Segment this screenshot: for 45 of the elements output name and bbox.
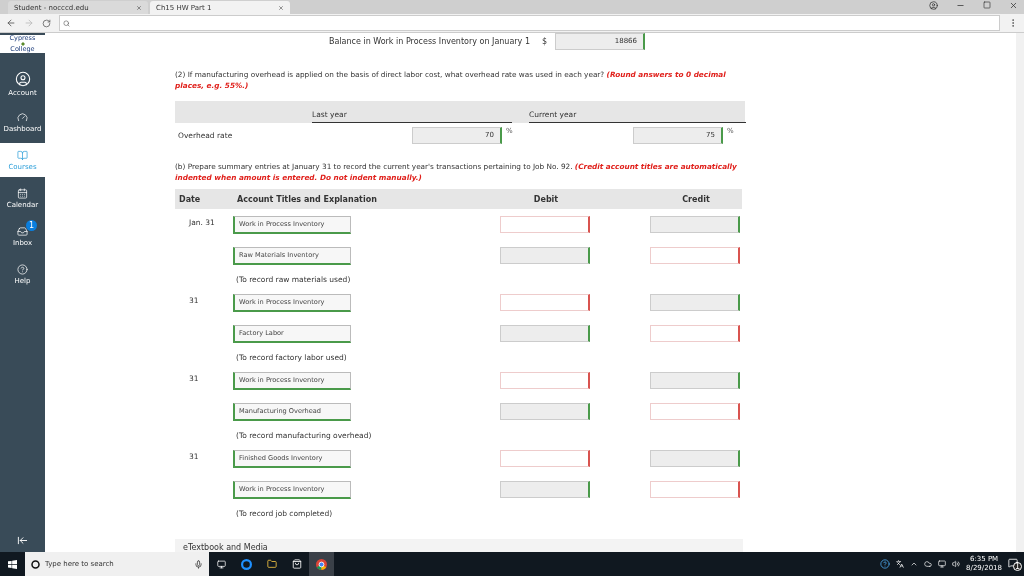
- address-bar[interactable]: [59, 15, 1000, 31]
- count-badge: 1: [26, 220, 37, 231]
- restore-icon[interactable]: [983, 1, 991, 9]
- column-header: Debit: [500, 189, 592, 209]
- windows-icon[interactable]: [8, 559, 17, 569]
- amount-field[interactable]: [650, 481, 740, 498]
- etextbook-panel[interactable]: eTextbook and Media: [175, 539, 743, 552]
- chrome-icon[interactable]: [316, 558, 327, 570]
- amount-field[interactable]: [500, 372, 590, 389]
- close-icon[interactable]: [1009, 1, 1018, 10]
- scrollbar[interactable]: [1016, 33, 1024, 552]
- column-header: Account Titles and Explanation: [233, 189, 500, 209]
- close-icon[interactable]: [136, 4, 142, 11]
- amount-field[interactable]: [500, 450, 590, 467]
- amount-field[interactable]: [500, 294, 590, 311]
- collapse-icon[interactable]: [17, 534, 28, 546]
- close-icon[interactable]: [278, 4, 284, 11]
- caret-icon[interactable]: [910, 560, 919, 568]
- microphone-icon[interactable]: [194, 559, 203, 569]
- column-header: Credit: [650, 189, 742, 209]
- cloud-icon[interactable]: [924, 560, 933, 568]
- book-icon: [17, 149, 28, 161]
- help-icon[interactable]: [880, 559, 891, 569]
- inbox-icon: [17, 225, 28, 237]
- help-icon: [17, 263, 28, 275]
- circle-icon: [31, 559, 40, 569]
- amount-field[interactable]: [500, 216, 590, 233]
- volume-icon[interactable]: [952, 560, 961, 568]
- store-icon[interactable]: [291, 559, 302, 569]
- folder-icon[interactable]: [266, 559, 277, 569]
- user-icon: [14, 71, 31, 87]
- balance-label: Balance in Work in Process Inventory on January 1: [327, 36, 530, 46]
- count-badge: 1: [1013, 561, 1022, 571]
- amount-field[interactable]: [650, 403, 740, 420]
- back-icon[interactable]: [6, 18, 16, 28]
- amount-field[interactable]: [650, 247, 740, 264]
- calendar-icon: [17, 187, 28, 199]
- search-icon: [63, 19, 70, 27]
- amount-field[interactable]: [650, 325, 740, 342]
- network-icon[interactable]: [938, 560, 947, 568]
- user-icon[interactable]: [929, 1, 938, 10]
- reload-icon[interactable]: [42, 18, 51, 28]
- gauge-icon: [17, 111, 28, 123]
- currency-sign: $: [542, 36, 549, 46]
- column-header: Date: [175, 189, 233, 209]
